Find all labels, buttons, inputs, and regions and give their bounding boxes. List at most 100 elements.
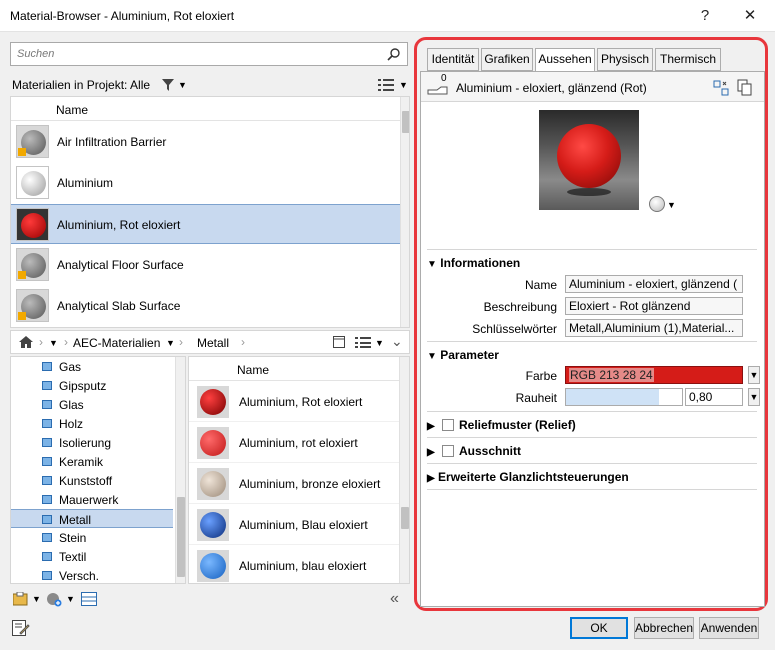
list-item-label: Aluminium, rot eloxiert xyxy=(239,436,358,450)
library-dropdown-icon[interactable]: ▼ xyxy=(32,594,41,604)
tree-item[interactable]: Holz xyxy=(11,414,173,433)
column-header-name: Name xyxy=(237,363,270,377)
color-swatch-field[interactable]: RGB 213 28 24 xyxy=(565,366,743,384)
list-item[interactable]: Aluminium, bronze eloxiert xyxy=(189,464,399,504)
close-button[interactable]: ✕ xyxy=(735,4,765,28)
expand-icon[interactable]: ⌄ xyxy=(391,333,403,350)
scrollbar-thumb[interactable] xyxy=(401,507,409,529)
relief-checkbox[interactable] xyxy=(442,419,454,431)
view-dropdown-icon[interactable]: ▼ xyxy=(399,80,408,90)
tree-item[interactable]: Kunststoff xyxy=(11,471,173,490)
list-item[interactable]: Aluminium, blau eloxiert xyxy=(189,546,399,583)
roughness-field[interactable]: 0,80 xyxy=(685,388,743,406)
keywords-field[interactable]: Metall,Aluminium (1),Material... xyxy=(565,319,743,337)
list-item[interactable]: Aluminium, Rot eloxiert xyxy=(189,382,399,422)
duplicate-asset-icon[interactable] xyxy=(737,79,753,96)
section-glanzlicht[interactable]: ▶ Erweiterte Glanzlichtsteuerungen xyxy=(427,470,757,484)
material-editor-pane: Identität Grafiken Aussehen Physisch The… xyxy=(414,37,768,611)
list-item-label: Aluminium, Rot eloxiert xyxy=(57,218,181,232)
apply-button[interactable]: Anwenden xyxy=(699,617,759,639)
list-item[interactable]: Aluminium, Blau eloxiert xyxy=(189,505,399,545)
list-view-icon[interactable] xyxy=(355,336,371,349)
asset-count: 0 xyxy=(441,73,447,84)
view-dropdown-icon[interactable]: ▼ xyxy=(375,338,384,348)
material-editor-toggle-icon[interactable] xyxy=(12,620,30,636)
list-item[interactable]: Analytical Floor Surface xyxy=(11,245,401,285)
panel-toggle-icon[interactable] xyxy=(333,336,345,348)
library-open-icon[interactable] xyxy=(13,592,29,606)
material-thumbnail xyxy=(16,166,49,199)
roughness-slider[interactable] xyxy=(565,388,683,406)
list-item-selected[interactable]: Aluminium, Rot eloxiert xyxy=(11,204,401,244)
tree-item[interactable]: Gipsputz xyxy=(11,376,173,395)
roughness-dropdown[interactable]: ▼ xyxy=(748,388,760,406)
cancel-button[interactable]: Abbrechen xyxy=(634,617,694,639)
cutout-checkbox[interactable] xyxy=(442,445,454,457)
tab-identitaet[interactable]: Identität xyxy=(427,48,479,71)
library-toolbar: ▼ ▼ « xyxy=(10,588,410,610)
breadcrumb-category[interactable]: Metall xyxy=(197,336,229,350)
home-icon[interactable] xyxy=(19,336,33,348)
list-view-icon[interactable] xyxy=(378,78,394,92)
tree-item[interactable]: Textil xyxy=(11,547,173,566)
search-input[interactable]: Suchen xyxy=(10,42,408,66)
preview-options-icon[interactable] xyxy=(649,196,665,212)
material-thumbnail xyxy=(197,468,229,500)
expand-icon: ▶ xyxy=(427,421,435,432)
scrollbar[interactable] xyxy=(399,357,409,583)
help-button[interactable]: ? xyxy=(690,4,720,28)
breadcrumb-separator-icon: › xyxy=(39,335,43,349)
asset-browser-icon[interactable] xyxy=(81,592,97,606)
breadcrumb-library[interactable]: AEC-Materialien xyxy=(73,336,160,350)
color-dropdown[interactable]: ▼ xyxy=(748,366,760,384)
tab-grafiken[interactable]: Grafiken xyxy=(481,48,533,71)
preview-dropdown-icon[interactable]: ▼ xyxy=(667,200,676,210)
create-dropdown-icon[interactable]: ▼ xyxy=(66,594,75,604)
divider xyxy=(427,463,757,464)
tab-aussehen[interactable]: Aussehen xyxy=(535,48,595,72)
tree-item-selected[interactable]: Metall xyxy=(11,509,173,528)
tab-thermisch[interactable]: Thermisch xyxy=(655,48,721,71)
keywords-label: Schlüsselwörter xyxy=(472,322,557,336)
collapse-panel-icon[interactable]: « xyxy=(390,590,399,608)
scrollbar[interactable] xyxy=(175,357,185,583)
filter-dropdown-icon[interactable]: ▼ xyxy=(178,80,187,90)
scrollbar-thumb[interactable] xyxy=(177,497,185,577)
scrollbar-thumb[interactable] xyxy=(402,111,409,133)
breadcrumb: › ▼ › AEC-Materialien ▼ › Metall › ▼ ⌄ xyxy=(10,330,410,354)
search-placeholder: Suchen xyxy=(17,48,55,60)
column-header[interactable]: Name xyxy=(11,97,401,121)
breadcrumb-dropdown-icon[interactable]: ▼ xyxy=(49,338,58,348)
tree-item[interactable]: Glas xyxy=(11,395,173,414)
list-item[interactable]: Air Infiltration Barrier xyxy=(11,122,401,162)
tree-item[interactable]: Isolierung xyxy=(11,433,173,452)
tab-physisch[interactable]: Physisch xyxy=(597,48,653,71)
section-informationen[interactable]: ▼ Informationen xyxy=(427,256,757,270)
filter-icon[interactable] xyxy=(162,79,174,91)
title-bar: Material-Browser - Aluminium, Rot eloxie… xyxy=(0,0,775,32)
description-field[interactable]: Eloxiert - Rot glänzend xyxy=(565,297,743,315)
tree-item[interactable]: Mauerwerk xyxy=(11,490,173,509)
tree-item[interactable]: Stein xyxy=(11,528,173,547)
relief-label: Reliefmuster (Relief) xyxy=(459,418,576,432)
list-item[interactable]: Aluminium xyxy=(11,163,401,203)
collapse-icon: ▼ xyxy=(427,259,437,270)
preview-sphere xyxy=(557,124,621,188)
create-material-icon[interactable] xyxy=(46,591,62,607)
ok-button[interactable]: OK xyxy=(570,617,628,639)
scrollbar[interactable] xyxy=(400,97,409,327)
replace-asset-icon[interactable] xyxy=(713,80,729,96)
section-parameter[interactable]: ▼ Parameter xyxy=(427,348,757,362)
breadcrumb-dropdown-icon[interactable]: ▼ xyxy=(166,338,175,348)
list-item[interactable]: Analytical Slab Surface xyxy=(11,286,401,326)
breadcrumb-separator-icon: › xyxy=(64,335,68,349)
name-field[interactable]: Aluminium - eloxiert, glänzend ( xyxy=(565,275,743,293)
preview-shadow xyxy=(567,188,611,196)
tree-item[interactable]: Versch. xyxy=(11,566,173,583)
tree-item[interactable]: Gas xyxy=(11,357,173,376)
column-header[interactable]: Name xyxy=(189,357,399,381)
list-item[interactable]: Aluminium, rot eloxiert xyxy=(189,423,399,463)
search-icon[interactable] xyxy=(387,47,401,61)
tree-item-label: Keramik xyxy=(59,455,104,469)
tree-item[interactable]: Keramik xyxy=(11,452,173,471)
